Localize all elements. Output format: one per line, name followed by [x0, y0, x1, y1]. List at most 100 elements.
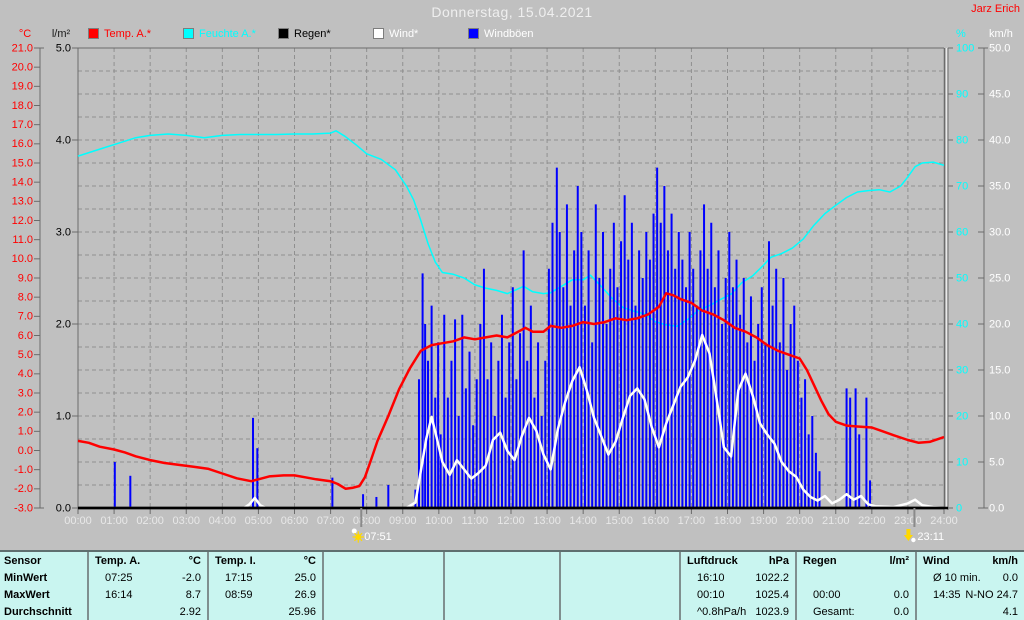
temp-tick-label: 5.0	[18, 349, 33, 361]
x-axis-label: 08:00	[353, 515, 381, 527]
weather-chart: 21.0 20.0 19.0 18.0 17.0 16.0 15.0 14.0 13.0 12.0…	[12, 28, 1013, 543]
x-axis-label: 02:00	[136, 515, 164, 527]
legend-item-tempa: Temp. A.*	[88, 27, 151, 40]
table-cell-empty-min	[443, 569, 559, 586]
x-axis-label: 17:00	[678, 515, 706, 527]
table-cell-empty-avg	[559, 603, 679, 620]
x-axis-label: 19:00	[750, 515, 778, 527]
x-axis-label: 09:00	[389, 515, 417, 527]
cell-time: Temp. A.	[95, 554, 141, 567]
weather-app-window: { "header": { "title": "Donnerstag, 15.0…	[0, 0, 1024, 620]
legend-item-feuchtea: Feuchte A.*	[183, 27, 256, 40]
humidity-tick-label: 40	[956, 318, 968, 330]
cell-value: °C	[303, 554, 316, 567]
cell-value: N-NO 24.7	[965, 588, 1018, 601]
table-cell-tempa-min: 07:25 -2.0	[87, 569, 207, 586]
cell-value: 25.0	[294, 571, 316, 584]
temp-tick-label: 17.0	[12, 119, 33, 131]
legend-swatch-icon	[278, 28, 289, 39]
temp-tick-label: 12.0	[12, 215, 33, 227]
table-cell-tempi-avg: 25.96	[207, 603, 322, 620]
humidity-tick-label: 0	[956, 502, 962, 514]
table-cell-regen-max: 00:00 0.0	[795, 586, 915, 603]
wind-tick-label: 25.0	[989, 272, 1010, 284]
temp-tick-label: 2.0	[18, 407, 33, 419]
temp-tick-label: 21.0	[12, 42, 33, 54]
cell-value: 0.0	[893, 588, 909, 601]
temp-tick-label: -2.0	[14, 483, 33, 495]
temp-tick-label: 6.0	[18, 330, 33, 342]
x-axis-label: 03:00	[172, 515, 200, 527]
wind-tick-label: 0.0	[989, 502, 1004, 514]
table-cell-tempi-hdr: Temp. I. °C	[207, 552, 322, 569]
temp-tick-label: 8.0	[18, 292, 33, 304]
table-cell-regen-hdr: Regen l/m²	[795, 552, 915, 569]
x-axis-label: 20:00	[786, 515, 814, 527]
legend-label: Wind*	[389, 27, 419, 40]
table-row-label: MaxWert	[4, 588, 50, 601]
cell-time: 16:14	[105, 588, 133, 601]
cell-time: ^0.8hPa/h	[697, 605, 747, 618]
legend-label: Temp. A.*	[104, 27, 152, 40]
cell-value: 0.0	[1002, 571, 1018, 584]
wind-tick-label: 5.0	[989, 456, 1004, 468]
cell-value: km/h	[992, 554, 1018, 567]
x-axis-label: 24:00	[930, 515, 958, 527]
table-cell-wind-min: Ø 10 min. 0.0	[915, 569, 1024, 586]
temp-tick-label: 13.0	[12, 196, 33, 208]
cell-value: -2.0	[182, 571, 201, 584]
sun-marker-time: 07:51	[364, 531, 392, 543]
cell-value: l/m²	[889, 554, 909, 567]
rain-tick-label: 4.0	[56, 134, 71, 146]
temp-tick-label: 19.0	[12, 81, 33, 93]
temp-tick-label: 14.0	[12, 177, 33, 189]
temp-tick-label: 9.0	[18, 272, 33, 284]
rain-tick-label: 5.0	[56, 42, 71, 54]
cell-value: 26.9	[294, 588, 316, 601]
cell-time: Luftdruck	[687, 554, 738, 567]
cell-time: Ø 10 min.	[933, 571, 981, 584]
temp-tick-label: 11.0	[12, 234, 33, 246]
table-cell-luftdruck-avg: ^0.8hPa/h 1023.9	[679, 603, 795, 620]
temp-tick-label: 4.0	[18, 368, 33, 380]
cell-value: 0.0	[893, 605, 909, 618]
humidity-tick-label: 90	[956, 88, 968, 100]
humidity-tick-label: 100	[956, 42, 974, 54]
legend-label: Regen*	[294, 27, 331, 40]
x-axis-label: 05:00	[245, 515, 273, 527]
rain-tick-label: 0.0	[56, 502, 71, 514]
cell-time: 16:10	[697, 571, 725, 584]
humidity-tick-label: 10	[956, 456, 968, 468]
wind-tick-label: 50.0	[989, 42, 1010, 54]
temp-tick-label: -1.0	[14, 464, 33, 476]
table-cell-regen-avg: Gesamt: 0.0	[795, 603, 915, 620]
temp-tick-label: 7.0	[18, 311, 33, 323]
table-cell-tempa-avg: 2.92	[87, 603, 207, 620]
temp-tick-label: 1.0	[18, 426, 33, 438]
table-cell-wind-avg: 4.1	[915, 603, 1024, 620]
temp-tick-label: 20.0	[12, 62, 33, 74]
legend-item-regen: Regen*	[278, 27, 331, 40]
table-cell-empty-hdr	[322, 552, 443, 569]
table-cell-regen-min	[795, 569, 915, 586]
x-axis-label: 23:00	[894, 515, 922, 527]
table-cell-empty-min	[559, 569, 679, 586]
table-cell-luftdruck-max: 00:10 1025.4	[679, 586, 795, 603]
x-axis-label: 12:00	[497, 515, 525, 527]
chart-title: Donnerstag, 15.04.2021	[431, 4, 593, 20]
cell-value: 2.92	[179, 605, 201, 618]
table-row-label: Durchschnitt	[4, 605, 72, 618]
x-axis-label: 18:00	[714, 515, 742, 527]
wind-tick-label: 45.0	[989, 88, 1010, 100]
cell-time: 00:10	[697, 588, 725, 601]
cell-value: 1025.4	[755, 588, 789, 601]
cell-time: Temp. I.	[215, 554, 256, 567]
legend-swatch-icon	[183, 28, 194, 39]
cell-time: 17:15	[225, 571, 253, 584]
x-axis-label: 01:00	[100, 515, 128, 527]
sunrise-icon-ray	[359, 532, 363, 536]
table-cell-tempi-max: 08:59 26.9	[207, 586, 322, 603]
cell-value: 8.7	[185, 588, 201, 601]
x-axis-label: 11:00	[462, 515, 489, 527]
x-axis-label: 04:00	[209, 515, 237, 527]
